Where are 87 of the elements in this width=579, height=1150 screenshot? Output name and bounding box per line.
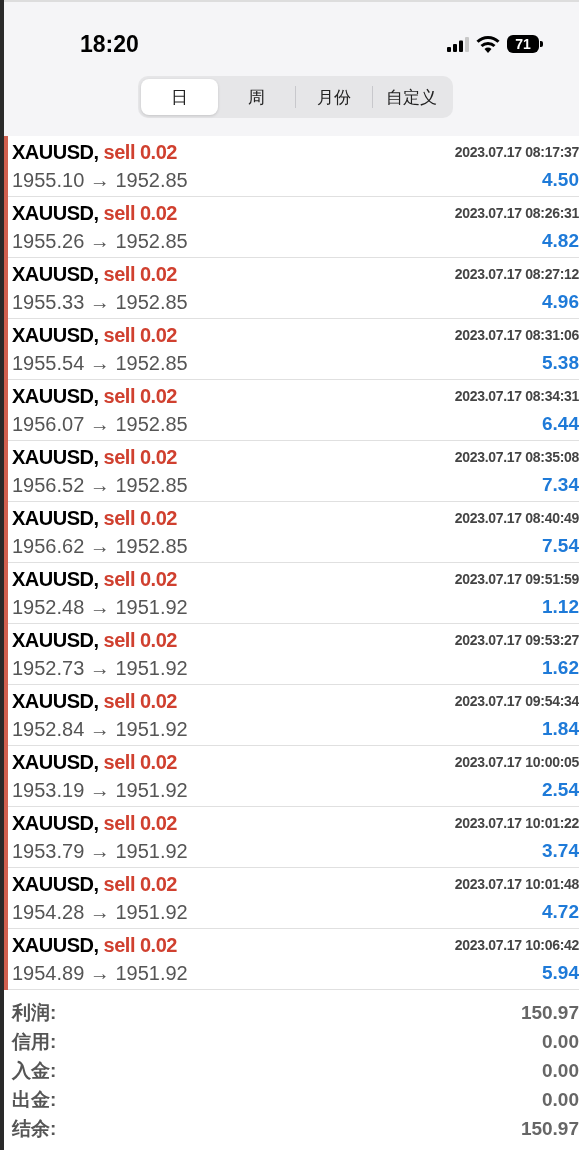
deal-profit: 7.34 [542,474,579,496]
deal-profit: 4.72 [542,901,579,923]
deal-profit: 1.62 [542,657,579,679]
deal-profit: 1.12 [542,596,579,618]
deal-prices: 1955.54 → 1952.85 [12,351,188,375]
deal-time: 2023.07.17 10:00:05 [454,754,579,770]
deal-symbol: XAUUSD, [12,689,99,712]
deal-prices: 1954.28 → 1951.92 [12,900,188,924]
deal-time: 2023.07.17 08:26:31 [454,205,579,221]
period-tab[interactable]: 月份 [295,79,373,115]
summary-label: 结余: [12,1116,57,1141]
deal-prices: 1956.52 → 1952.85 [12,473,188,497]
deal-profit: 6.44 [542,413,579,435]
deal-time: 2023.07.17 08:35:08 [454,449,579,465]
deal-symbol: XAUUSD, [12,201,99,224]
period-tab[interactable]: 自定义 [373,79,450,115]
deal-prices: 1952.48 → 1951.92 [12,595,188,619]
status-time: 18:20 [80,30,139,58]
deal-time: 2023.07.17 08:31:06 [454,327,579,343]
summary-value: 0.00 [542,1059,579,1082]
deal-symbol: XAUUSD, [12,933,99,956]
signal-icon [447,36,469,52]
deal-time: 2023.07.17 09:54:34 [454,693,579,709]
deal-prices: 1954.89 → 1951.92 [12,961,188,985]
deal-symbol: XAUUSD, [12,628,99,651]
deal-profit: 1.84 [542,718,579,740]
deal-time: 2023.07.17 09:51:59 [454,571,579,587]
deal-time: 2023.07.17 09:53:27 [454,632,579,648]
deal-profit: 4.50 [542,169,579,191]
wifi-icon [476,35,500,53]
summary-value: 0.00 [542,1030,579,1053]
deal-profit: 4.82 [542,230,579,252]
deal-symbol: XAUUSD, [12,811,99,834]
deal-symbol: XAUUSD, [12,140,99,163]
period-tab[interactable]: 周 [217,79,295,115]
deal-order: sell 0.02 [103,750,177,773]
deal-order: sell 0.02 [103,262,177,285]
deal-symbol: XAUUSD, [12,567,99,590]
deal-profit: 5.38 [542,352,579,374]
deal-profit: 4.96 [542,291,579,313]
deal-prices: 1953.79 → 1951.92 [12,839,188,863]
summary-label: 利润: [12,1000,57,1025]
deal-symbol: XAUUSD, [12,750,99,773]
deal-order: sell 0.02 [103,201,177,224]
deal-order: sell 0.02 [103,933,177,956]
deal-profit: 7.54 [542,535,579,557]
deal-order: sell 0.02 [103,628,177,651]
summary-value: 0.00 [542,1088,579,1111]
deal-prices: 1953.19 → 1951.92 [12,778,188,802]
deal-profit: 5.94 [542,962,579,984]
deal-order: sell 0.02 [103,384,177,407]
summary-label: 入金: [12,1058,57,1083]
deal-order: sell 0.02 [103,323,177,346]
period-tab[interactable]: 日 [141,79,218,115]
deal-symbol: XAUUSD, [12,872,99,895]
deal-order: sell 0.02 [103,140,177,163]
deal-time: 2023.07.17 10:01:48 [454,876,579,892]
deal-prices: 1955.26 → 1952.85 [12,229,188,253]
deal-time: 2023.07.17 10:01:22 [454,815,579,831]
deal-time: 2023.07.17 08:27:12 [454,266,579,282]
deal-prices: 1956.07 → 1952.85 [12,412,188,436]
summary-value: 150.97 [520,1117,579,1140]
deal-prices: 1955.10 → 1952.85 [12,168,188,192]
deal-prices: 1956.62 → 1952.85 [12,534,188,558]
summary-label: 出金: [12,1087,57,1112]
deal-order: sell 0.02 [103,567,177,590]
deal-order: sell 0.02 [103,445,177,468]
deal-order: sell 0.02 [103,811,177,834]
deal-order: sell 0.02 [103,689,177,712]
deal-symbol: XAUUSD, [12,262,99,285]
deal-symbol: XAUUSD, [12,506,99,529]
deal-profit: 3.74 [542,840,579,862]
deal-time: 2023.07.17 08:40:49 [454,510,579,526]
deal-symbol: XAUUSD, [12,445,99,468]
summary-label: 信用: [12,1029,57,1054]
deal-symbol: XAUUSD, [12,384,99,407]
deal-symbol: XAUUSD, [12,323,99,346]
deal-prices: 1952.84 → 1951.92 [12,717,188,741]
deal-time: 2023.07.17 08:17:37 [454,144,579,160]
summary-value: 150.97 [520,1001,579,1024]
deal-order: sell 0.02 [103,872,177,895]
deal-time: 2023.07.17 10:06:42 [454,937,579,953]
deal-profit: 2.54 [542,779,579,801]
deal-prices: 1952.73 → 1951.92 [12,656,188,680]
deal-prices: 1955.33 → 1952.85 [12,290,188,314]
deal-order: sell 0.02 [103,506,177,529]
deal-time: 2023.07.17 08:34:31 [454,388,579,404]
